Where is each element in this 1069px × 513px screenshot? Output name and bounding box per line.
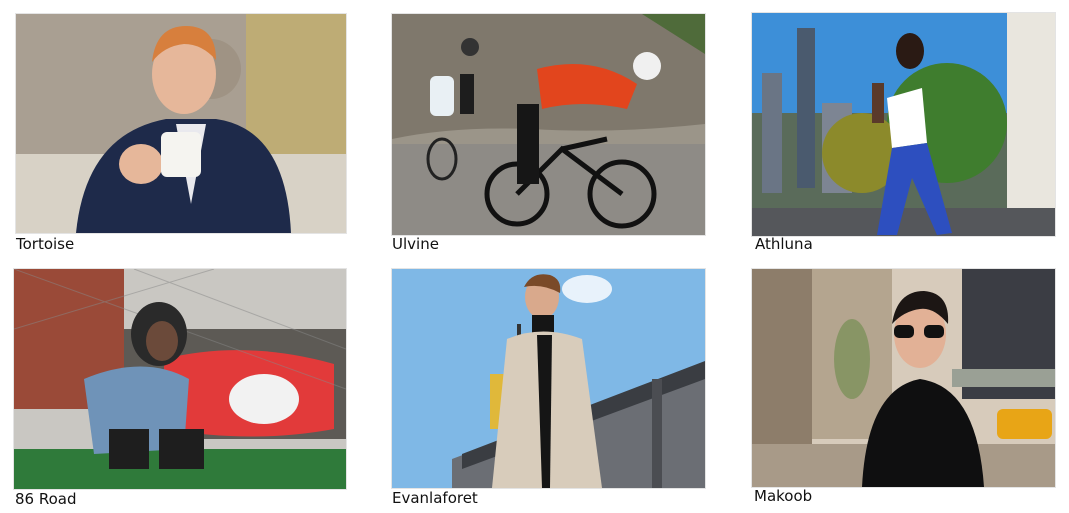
- brand-card-86-road[interactable]: 86 Road: [13, 268, 347, 510]
- brand-label[interactable]: Ulvine: [392, 235, 439, 253]
- brand-photo-athluna[interactable]: [751, 12, 1056, 237]
- brand-label[interactable]: Athluna: [755, 235, 813, 253]
- brand-label[interactable]: Tortoise: [16, 235, 74, 253]
- brand-photo-evanlaforet[interactable]: [391, 268, 706, 489]
- brand-label[interactable]: 86 Road: [15, 490, 77, 508]
- cyclists-image: [392, 14, 705, 235]
- brand-card-tortoise[interactable]: Tortoise: [15, 13, 347, 253]
- brand-photo-makoob[interactable]: [751, 268, 1056, 488]
- brand-label[interactable]: Makoob: [754, 487, 812, 505]
- man-in-coat-image: [392, 269, 705, 488]
- hooded-man-graffiti-image: [14, 269, 346, 489]
- brand-photo-ulvine[interactable]: [391, 13, 706, 236]
- man-with-sunglasses-image: [752, 269, 1055, 487]
- brand-card-ulvine[interactable]: Ulvine: [391, 13, 706, 253]
- brand-card-athluna[interactable]: Athluna: [751, 12, 1056, 253]
- brand-label[interactable]: Evanlaforet: [392, 489, 478, 507]
- brand-card-makoob[interactable]: Makoob: [751, 268, 1056, 510]
- man-with-coffee-image: [16, 14, 346, 233]
- brand-photo-tortoise[interactable]: [15, 13, 347, 234]
- brand-photo-86-road[interactable]: [13, 268, 347, 490]
- brand-card-evanlaforet[interactable]: Evanlaforet: [391, 268, 706, 510]
- runner-in-city-image: [752, 13, 1055, 236]
